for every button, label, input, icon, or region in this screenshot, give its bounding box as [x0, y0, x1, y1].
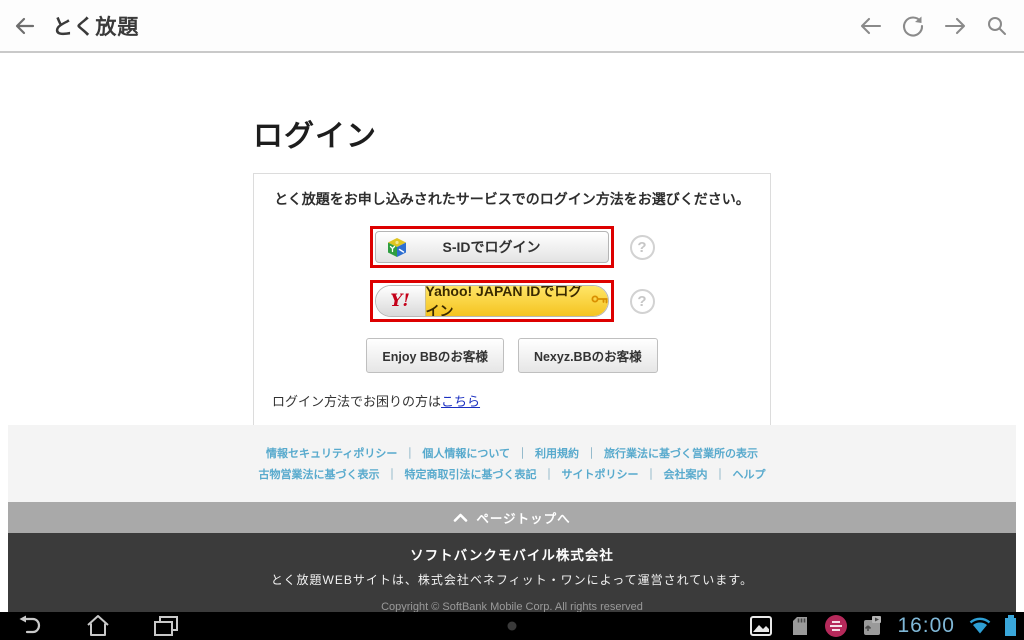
help-text: ログイン方法でお困りの方は — [272, 394, 442, 409]
sid-login-button-label: S-IDでログイン — [442, 239, 541, 255]
yahoo-highlight-frame: Y! Yahoo! JAPAN IDでログイン — [369, 280, 614, 322]
help-line: ログイン方法でお困りの方はこちら — [270, 391, 754, 410]
login-instruction: とく放題をお申し込みされたサービスでのログイン方法をお選びください。 — [274, 191, 750, 207]
login-heading: ログイン — [253, 120, 377, 153]
android-back-icon[interactable] — [16, 614, 44, 638]
system-bar-center-dot — [507, 621, 517, 631]
footer-link[interactable]: 古物営業法に基づく表示 — [259, 469, 380, 481]
chevron-up-icon — [454, 513, 468, 522]
footer-link-separator: ｜ — [586, 448, 597, 460]
footer-link-separator: ｜ — [714, 469, 726, 481]
gallery-notification-icon[interactable] — [747, 614, 775, 638]
login-box: とく放題をお申し込みされたサービスでのログイン方法をお選びください。 S-IDで… — [253, 173, 771, 432]
yahoo-login-button[interactable]: Y! Yahoo! JAPAN IDでログイン — [374, 285, 609, 317]
footer-links-band: 情報セキュリティポリシー ｜ 個人情報について ｜ 利用規約 ｜ 旅行業法に基づく営業所の表… — [8, 425, 1016, 502]
android-home-icon[interactable] — [84, 614, 112, 638]
app-notification-badge-icon[interactable] — [825, 615, 848, 637]
footer-link[interactable]: サイトポリシー — [562, 469, 639, 481]
browser-refresh-icon[interactable] — [900, 13, 926, 39]
operated-by-text: とく放題WEBサイトは、株式会社ベネフィット・ワンによって運営されています。 — [270, 573, 754, 587]
help-link[interactable]: こちら — [441, 394, 480, 409]
footer-links-row-2: 古物営業法に基づく表示 ｜ 特定商取引法に基づく表記 ｜ サイトポリシー ｜ 会社案内 ｜ ヘル… — [259, 466, 766, 482]
battery-icon — [1005, 615, 1016, 636]
footer-link[interactable]: 個人情報について — [422, 448, 510, 460]
company-name: ソフトバンクモバイル株式会社 — [410, 548, 614, 563]
question-mark: ? — [637, 292, 647, 310]
question-mark: ? — [637, 238, 647, 256]
footer-link[interactable]: 特定商取引法に基づく表記 — [405, 469, 537, 481]
footer-link-separator: ｜ — [543, 469, 555, 481]
sid-highlight-frame: S-IDでログイン — [369, 226, 614, 268]
footer-link-separator: ｜ — [404, 448, 416, 460]
footer-link-separator: ｜ — [517, 448, 528, 460]
footer-link[interactable]: 利用規約 — [535, 448, 579, 460]
android-recents-icon[interactable] — [152, 614, 180, 638]
sid-cube-icon — [385, 236, 409, 265]
footer-link[interactable]: 旅行業法に基づく営業所の表示 — [604, 448, 758, 460]
browser-top-bar: とく放題 — [0, 0, 1024, 53]
footer-links-row-1: 情報セキュリティポリシー ｜ 個人情報について ｜ 利用規約 ｜ 旅行業法に基づく営業所の表… — [266, 445, 758, 461]
sd-card-notification-icon[interactable] — [786, 614, 814, 638]
dark-footer: ソフトバンクモバイル株式会社 とく放題WEBサイトは、株式会社ベネフィット・ワン… — [8, 533, 1016, 613]
main-content: ログイン とく放題をお申し込みされたサービスでのログイン方法をお選びください。 — [0, 53, 1024, 432]
footer-link[interactable]: 会社案内 — [664, 469, 708, 481]
page-top-button[interactable]: ページトップへ — [8, 502, 1016, 533]
footer: 情報セキュリティポリシー ｜ 個人情報について ｜ 利用規約 ｜ 旅行業法に基づく営業所の表… — [8, 425, 1016, 613]
footer-link[interactable]: ヘルプ — [733, 469, 766, 481]
sid-login-button[interactable]: S-IDでログイン — [374, 231, 609, 265]
key-icon — [591, 292, 608, 310]
footer-link-separator: ｜ — [386, 469, 398, 481]
yahoo-login-button-label: Yahoo! JAPAN IDでログイン — [425, 285, 583, 317]
footer-link[interactable]: 情報セキュリティポリシー — [266, 448, 397, 460]
browser-back-icon[interactable] — [858, 13, 884, 39]
page-title: とく放題 — [52, 15, 140, 39]
wifi-icon — [966, 614, 994, 638]
android-system-bar: 16:00 — [0, 612, 1024, 640]
enjoy-bb-button[interactable]: Enjoy BBのお客様 — [366, 338, 504, 373]
screenshot-notification-icon[interactable] — [858, 614, 886, 638]
sid-help-icon[interactable]: ? — [629, 234, 655, 260]
footer-link-separator: ｜ — [645, 469, 657, 481]
yahoo-help-icon[interactable]: ? — [629, 288, 655, 314]
browser-forward-icon[interactable] — [942, 13, 968, 39]
nexyz-bb-button[interactable]: Nexyz.BBのお客様 — [517, 338, 658, 373]
yahoo-logo-icon: Y! — [375, 286, 426, 316]
page-top-label: ページトップへ — [476, 512, 571, 526]
app-back-icon[interactable] — [12, 13, 38, 39]
browser-search-icon[interactable] — [984, 13, 1010, 39]
system-clock[interactable]: 16:00 — [897, 614, 955, 638]
